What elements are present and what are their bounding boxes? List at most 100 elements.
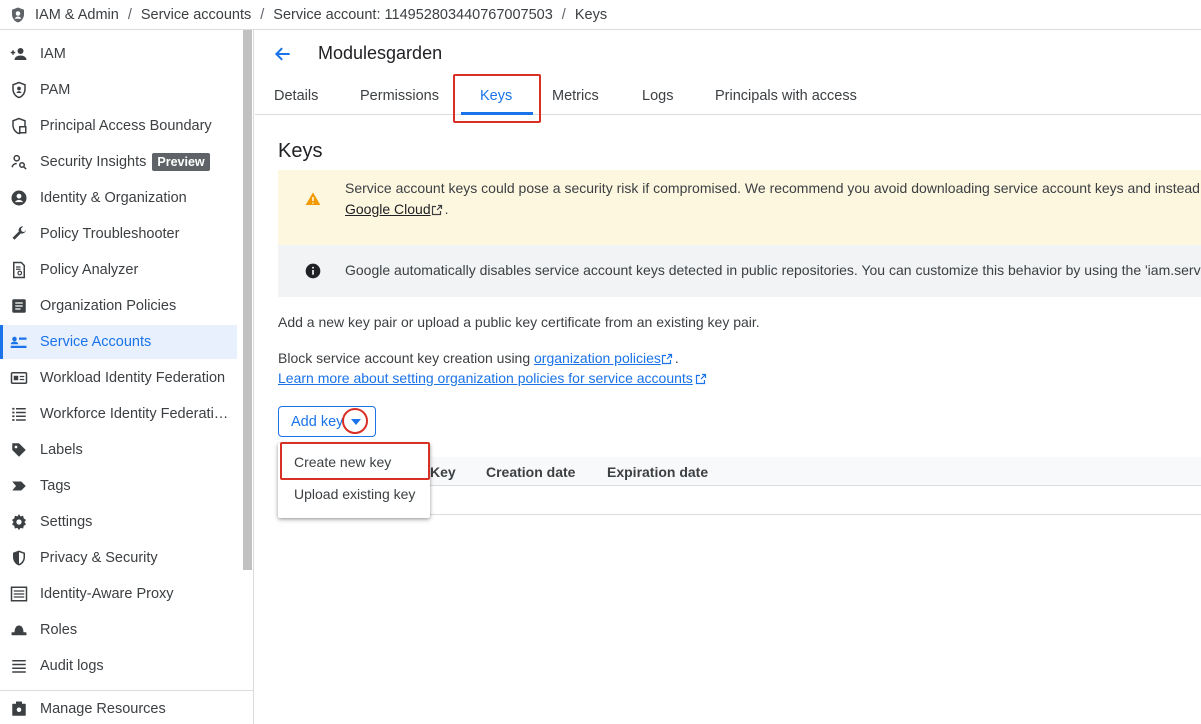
tab-principals-with-access[interactable]: Principals with access	[715, 88, 857, 104]
privacy-shield-icon	[10, 549, 28, 567]
label-icon	[10, 441, 28, 459]
manage-resources-icon	[10, 700, 28, 718]
sidebar-item-settings[interactable]: Settings	[0, 505, 237, 539]
sidebar-item-label: Service Accounts	[40, 334, 152, 350]
breadcrumb: IAM & Admin / Service accounts / Service…	[0, 0, 1201, 30]
sidebar-item-label: Security Insights	[40, 154, 147, 170]
insights-icon	[10, 153, 28, 171]
sidebar-item-label: PAM	[40, 82, 71, 98]
add-key-label: Add key	[291, 413, 344, 430]
sidebar-item-audit-logs[interactable]: Audit logs	[0, 649, 237, 683]
sidebar-item-privacy-security[interactable]: Privacy & Security	[0, 541, 237, 575]
sidebar-item-label: IAM	[40, 46, 66, 62]
sidebar-item-label: Audit logs	[40, 658, 104, 674]
document-search-icon	[10, 261, 28, 279]
list-document-icon	[10, 297, 28, 315]
sidebar-item-identity-organization[interactable]: Identity & Organization	[0, 181, 237, 215]
person-add-icon	[10, 45, 28, 63]
section-title: Keys	[278, 140, 323, 162]
preview-badge: Preview	[152, 153, 210, 171]
sidebar: IAM PAM Principal Access Boundary Securi…	[0, 30, 254, 724]
breadcrumb-separator: /	[127, 6, 132, 23]
sidebar-scrollbar[interactable]	[243, 30, 252, 570]
shield-icon	[10, 81, 28, 99]
google-cloud-link[interactable]: Google Cloud	[345, 201, 431, 217]
sidebar-item-tags[interactable]: Tags	[0, 469, 237, 503]
info-banner: Google automatically disables service ac…	[278, 245, 1201, 297]
breadcrumb-service-account[interactable]: Service account: 114952803440767007503	[273, 7, 553, 23]
sidebar-item-organization-policies[interactable]: Organization Policies	[0, 289, 237, 323]
external-link-icon	[661, 352, 675, 368]
keys-tab-highlight	[453, 74, 541, 123]
tab-details[interactable]: Details	[274, 88, 318, 104]
sidebar-item-label: Organization Policies	[40, 298, 177, 314]
sidebar-item-identity-aware-proxy[interactable]: Identity-Aware Proxy	[0, 577, 237, 611]
tab-bar: Details Permissions Keys Metrics Logs Pr…	[255, 78, 1201, 115]
block-text: Block service account key creation using	[278, 350, 531, 366]
dropdown-caret-highlight	[342, 408, 368, 434]
info-text: Google automatically disables service ac…	[345, 262, 1201, 278]
column-expiration-date[interactable]: Expiration date	[607, 464, 708, 480]
column-creation-date[interactable]: Creation date	[486, 464, 575, 480]
tab-logs[interactable]: Logs	[642, 88, 673, 104]
create-new-key-highlight	[280, 442, 430, 480]
list-icon	[10, 405, 28, 423]
sidebar-item-label: Policy Analyzer	[40, 262, 139, 278]
back-arrow-icon[interactable]	[272, 43, 294, 65]
sidebar-item-workload-identity-federation[interactable]: Workload Identity Federation	[0, 361, 237, 395]
wrench-icon	[10, 225, 28, 243]
tab-metrics[interactable]: Metrics	[552, 88, 599, 104]
tag-icon	[10, 477, 28, 495]
sidebar-item-roles[interactable]: Roles	[0, 613, 237, 647]
tab-permissions[interactable]: Permissions	[360, 88, 439, 104]
external-link-icon	[695, 372, 709, 388]
organization-policies-link[interactable]: organization policies	[534, 350, 661, 366]
add-key-description: Add a new key pair or upload a public ke…	[278, 314, 760, 330]
main-content: Modulesgarden Details Permissions Keys M…	[255, 30, 1201, 724]
breadcrumb-iam-admin[interactable]: IAM & Admin	[35, 7, 119, 23]
sidebar-item-label: Identity & Organization	[40, 190, 187, 206]
roles-hat-icon	[10, 621, 28, 639]
sidebar-item-label: Tags	[40, 478, 71, 494]
sidebar-item-policy-analyzer[interactable]: Policy Analyzer	[0, 253, 237, 287]
learn-more-line: Learn more about setting organization po…	[278, 370, 709, 388]
sidebar-item-label: Privacy & Security	[40, 550, 158, 566]
page-title: Modulesgarden	[318, 43, 443, 63]
id-card-icon	[10, 369, 28, 387]
sidebar-divider	[0, 690, 253, 691]
sidebar-item-security-insights[interactable]: Security Insights Preview	[0, 145, 237, 179]
sidebar-item-label: Manage Resources	[40, 701, 166, 717]
block-key-creation-text: Block service account key creation using…	[278, 350, 679, 368]
breadcrumb-separator: /	[561, 6, 566, 23]
column-key[interactable]: Key	[430, 464, 456, 480]
sidebar-item-manage-resources[interactable]: Manage Resources	[0, 692, 237, 724]
sidebar-item-iam[interactable]: IAM	[0, 37, 237, 71]
iam-shield-icon	[9, 6, 27, 24]
sidebar-item-label: Policy Troubleshooter	[40, 226, 180, 242]
boundary-shield-icon	[10, 117, 28, 135]
sidebar-item-policy-troubleshooter[interactable]: Policy Troubleshooter	[0, 217, 237, 251]
sidebar-item-label: Labels	[40, 442, 83, 458]
info-icon	[305, 263, 321, 279]
account-circle-icon	[10, 189, 28, 207]
warning-line-2: Google Cloud.	[345, 199, 449, 222]
sidebar-item-workforce-identity-federation[interactable]: Workforce Identity Federati…	[0, 397, 237, 431]
external-link-icon	[431, 201, 445, 222]
learn-more-link[interactable]: Learn more about setting organization po…	[278, 370, 693, 386]
sidebar-item-label: Identity-Aware Proxy	[40, 586, 174, 602]
sidebar-item-principal-access-boundary[interactable]: Principal Access Boundary	[0, 109, 237, 143]
breadcrumb-service-accounts[interactable]: Service accounts	[141, 7, 251, 23]
audit-lines-icon	[10, 657, 28, 675]
sidebar-item-labels[interactable]: Labels	[0, 433, 237, 467]
warning-period: .	[444, 201, 449, 217]
sidebar-item-pam[interactable]: PAM	[0, 73, 237, 107]
menu-item-upload-existing-key[interactable]: Upload existing key	[294, 486, 415, 502]
sidebar-item-label: Workload Identity Federation	[40, 370, 226, 386]
sidebar-item-label: Principal Access Boundary	[40, 118, 212, 134]
sidebar-item-service-accounts[interactable]: Service Accounts	[0, 325, 237, 359]
service-account-icon	[10, 333, 28, 351]
breadcrumb-keys: Keys	[574, 6, 608, 23]
sidebar-item-label: Settings	[40, 514, 93, 530]
proxy-icon	[10, 585, 28, 603]
gear-icon	[10, 513, 28, 531]
